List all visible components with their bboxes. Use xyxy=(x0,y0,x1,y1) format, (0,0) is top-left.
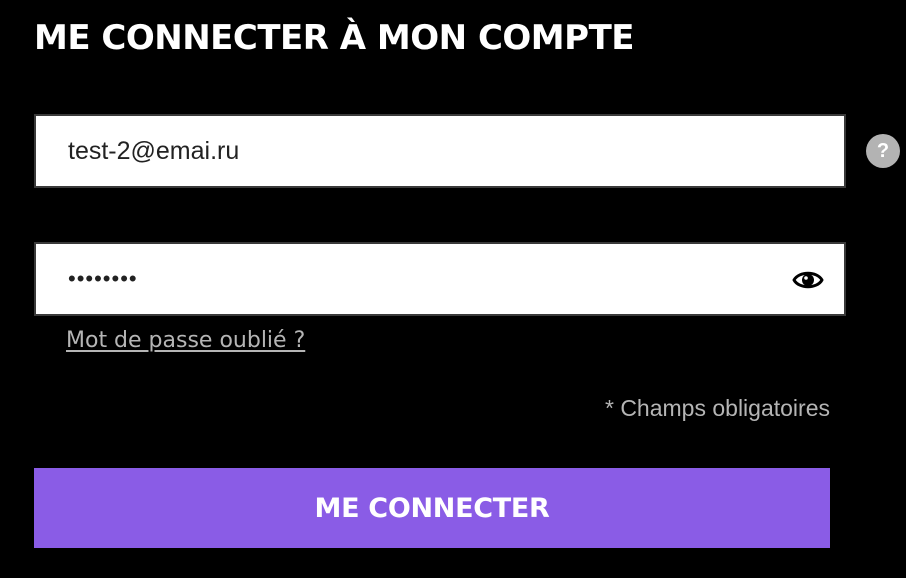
password-field[interactable] xyxy=(36,244,844,314)
help-icon[interactable]: ? xyxy=(866,134,900,168)
email-field[interactable] xyxy=(36,116,844,186)
password-field-container xyxy=(34,242,846,316)
email-field-container xyxy=(34,114,846,188)
page-title: ME CONNECTER À MON COMPTE xyxy=(34,18,634,58)
login-button[interactable]: ME CONNECTER xyxy=(34,468,830,548)
login-page: ME CONNECTER À MON COMPTE ? Mot de passe… xyxy=(0,0,906,578)
eye-icon[interactable] xyxy=(792,267,824,293)
required-fields-note: * Champs obligatoires xyxy=(604,395,830,421)
forgot-password-link[interactable]: Mot de passe oublié ? xyxy=(66,328,305,353)
